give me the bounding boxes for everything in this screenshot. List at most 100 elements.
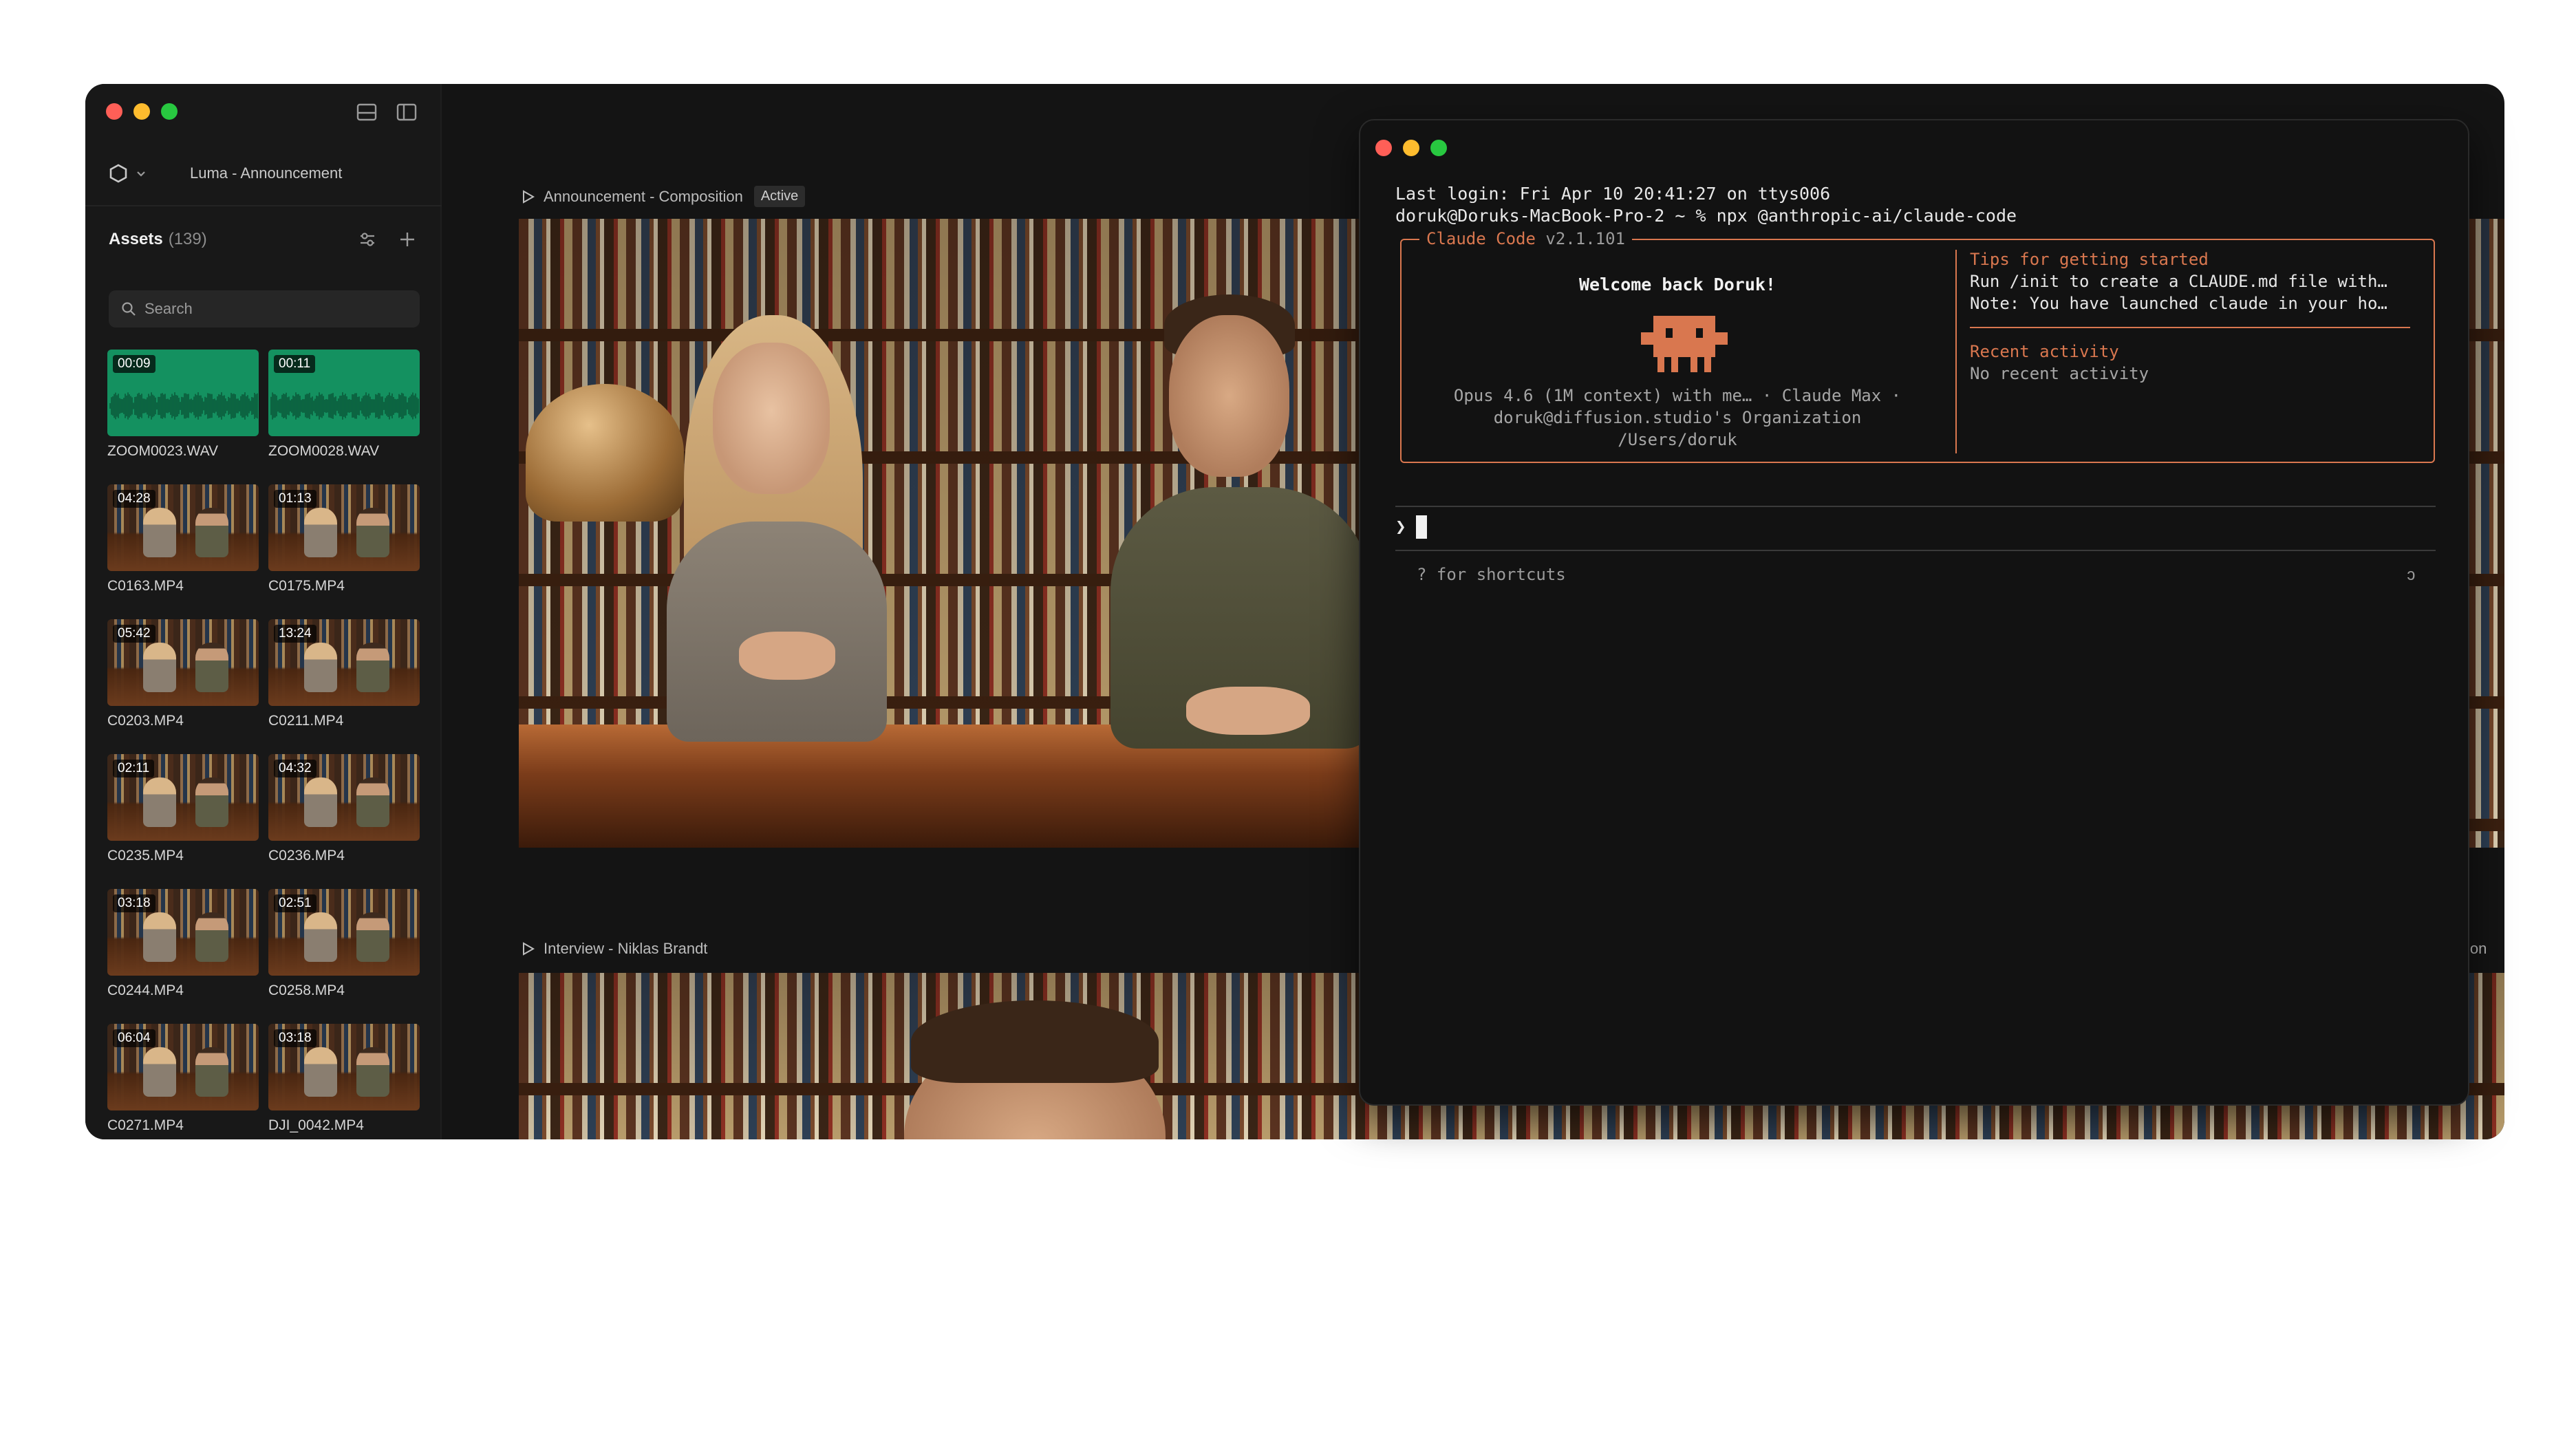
chevron-down-icon [137,171,145,177]
sidebar-icon[interactable] [396,103,417,121]
audio-waveform-thumbnail[interactable]: 00:09 [107,350,259,436]
minimize-window-button[interactable] [1403,140,1419,156]
video-thumbnail[interactable]: 03:18 [107,889,259,976]
claude-code-welcome-panel: Claude Code v2.1.101 Welcome back Doruk!… [1400,229,2435,463]
composition-title: Announcement - Composition [544,187,743,205]
asset-filename: C0258.MP4 [268,983,345,998]
tip-item: Run /init to create a CLAUDE.md file wit… [1970,272,2387,291]
asset-filename: C0163.MP4 [107,578,184,594]
panel-separator [1955,250,1957,453]
prompt-symbol: ❯ [1395,517,1406,537]
project-switcher[interactable]: Luma - Announcement [109,158,439,189]
prompt-bottom-rule [1395,550,2436,551]
duration-badge: 13:24 [274,625,316,643]
claude-mascot-icon [1641,316,1728,372]
video-thumbnail[interactable]: 04:28 [107,484,259,571]
close-window-button[interactable] [106,103,122,120]
prompt-input[interactable]: ❯ [1395,515,1427,539]
play-icon [523,942,535,956]
duration-badge: 01:13 [274,490,316,508]
asset-item[interactable]: 02:51 C0258.MP4 [268,889,420,999]
terminal-window[interactable]: Last login: Fri Apr 10 20:41:27 on ttys0… [1359,119,2469,1106]
tips-section: Tips for getting started Run /init to cr… [1970,240,2424,462]
command-line: doruk@Doruks-MacBook-Pro-2 ~ % npx @anth… [1395,206,2017,226]
video-thumbnail[interactable]: 02:11 [107,754,259,841]
assets-sidebar: Luma - Announcement Assets (139) 00:09 ZO… [85,84,442,1139]
audio-waveform-thumbnail[interactable]: 00:11 [268,350,420,436]
assets-header: Assets (139) [109,226,417,253]
asset-filename: C0236.MP4 [268,848,345,863]
composition-label[interactable]: Announcement - Composition Active [520,186,806,207]
duration-badge: 03:18 [274,1029,316,1047]
tips-divider [1970,327,2410,328]
assets-title: Assets [109,230,163,248]
panel-bottom-icon[interactable] [356,103,377,121]
composition-label-2[interactable]: Interview - Niklas Brandt [520,940,707,958]
video-thumbnail[interactable]: 02:51 [268,889,420,976]
window-controls [106,103,178,120]
zoom-window-button[interactable] [161,103,178,120]
recent-activity-title: Recent activity [1970,342,2119,361]
terminal-window-controls [1375,140,1447,156]
video-thumbnail[interactable]: 05:42 [107,619,259,706]
plus-icon[interactable] [398,230,417,249]
hexagon-logo-icon [109,164,127,183]
video-thumbnail[interactable]: 06:04 [107,1024,259,1110]
zoom-window-button[interactable] [1430,140,1447,156]
asset-item[interactable]: 05:42 C0203.MP4 [107,619,259,729]
organization-info: doruk@diffusion.studio's Organization [1493,408,1862,427]
mode-indicator-icon: ↄ [2406,565,2416,584]
duration-badge: 05:42 [113,625,155,643]
asset-item[interactable]: 00:11 ZOOM0028.WAV [268,350,420,460]
asset-filename: DJI_0042.MP4 [268,1117,364,1133]
close-window-button[interactable] [1375,140,1392,156]
composition-edge-preview [2466,219,2504,848]
assets-count: (139) [168,230,207,248]
prompt-top-rule [1395,506,2436,507]
asset-item[interactable]: 03:18 C0244.MP4 [107,889,259,999]
video-thumbnail[interactable]: 13:24 [268,619,420,706]
asset-item[interactable]: 04:32 C0236.MP4 [268,754,420,864]
recent-activity-text: No recent activity [1970,364,2149,383]
duration-badge: 04:32 [274,760,316,777]
search-input[interactable] [144,300,406,318]
asset-item[interactable]: 13:24 C0211.MP4 [268,619,420,729]
status-badge: Active [753,186,806,207]
asset-filename: ZOOM0028.WAV [268,443,380,459]
play-icon [523,189,535,204]
asset-item[interactable]: 00:09 ZOOM0023.WAV [107,350,259,460]
working-directory: /Users/doruk [1618,430,1737,449]
sidebar-divider [85,205,442,206]
composition-title: Interview - Niklas Brandt [544,940,708,957]
layout-toggles [356,103,417,121]
last-login-line: Last login: Fri Apr 10 20:41:27 on ttys0… [1395,184,1831,204]
asset-item[interactable]: 03:18 DJI_0042.MP4 [268,1024,420,1134]
welcome-section: Welcome back Doruk! Opus 4.6 (1M context… [1402,240,1953,462]
text-cursor [1415,515,1427,539]
duration-badge: 06:04 [113,1029,155,1047]
video-thumbnail[interactable]: 01:13 [268,484,420,571]
asset-filename: C0203.MP4 [107,713,184,729]
asset-item[interactable]: 06:04 C0271.MP4 [107,1024,259,1134]
duration-badge: 03:18 [113,894,155,912]
video-thumbnail[interactable]: 03:18 [268,1024,420,1110]
video-thumbnail[interactable]: 04:32 [268,754,420,841]
desk-lamp [526,384,684,522]
search-box[interactable] [109,290,420,328]
model-info: Opus 4.6 (1M context) with me… · Claude … [1453,386,1902,405]
asset-filename: C0244.MP4 [107,983,184,998]
composition-preview[interactable] [519,219,1365,848]
welcome-message: Welcome back Doruk! [1579,275,1776,294]
minimize-window-button[interactable] [133,103,150,120]
duration-badge: 00:09 [113,355,155,373]
duration-badge: 02:51 [274,894,316,912]
asset-item[interactable]: 02:11 C0235.MP4 [107,754,259,864]
duration-badge: 04:28 [113,490,155,508]
tip-item: Note: You have launched claude in your h… [1970,294,2387,313]
search-icon [122,302,136,316]
filter-sliders-icon[interactable] [358,230,377,249]
asset-item[interactable]: 01:13 C0175.MP4 [268,484,420,594]
asset-item[interactable]: 04:28 C0163.MP4 [107,484,259,594]
asset-filename: C0211.MP4 [268,713,344,729]
asset-filename: C0175.MP4 [268,578,345,594]
